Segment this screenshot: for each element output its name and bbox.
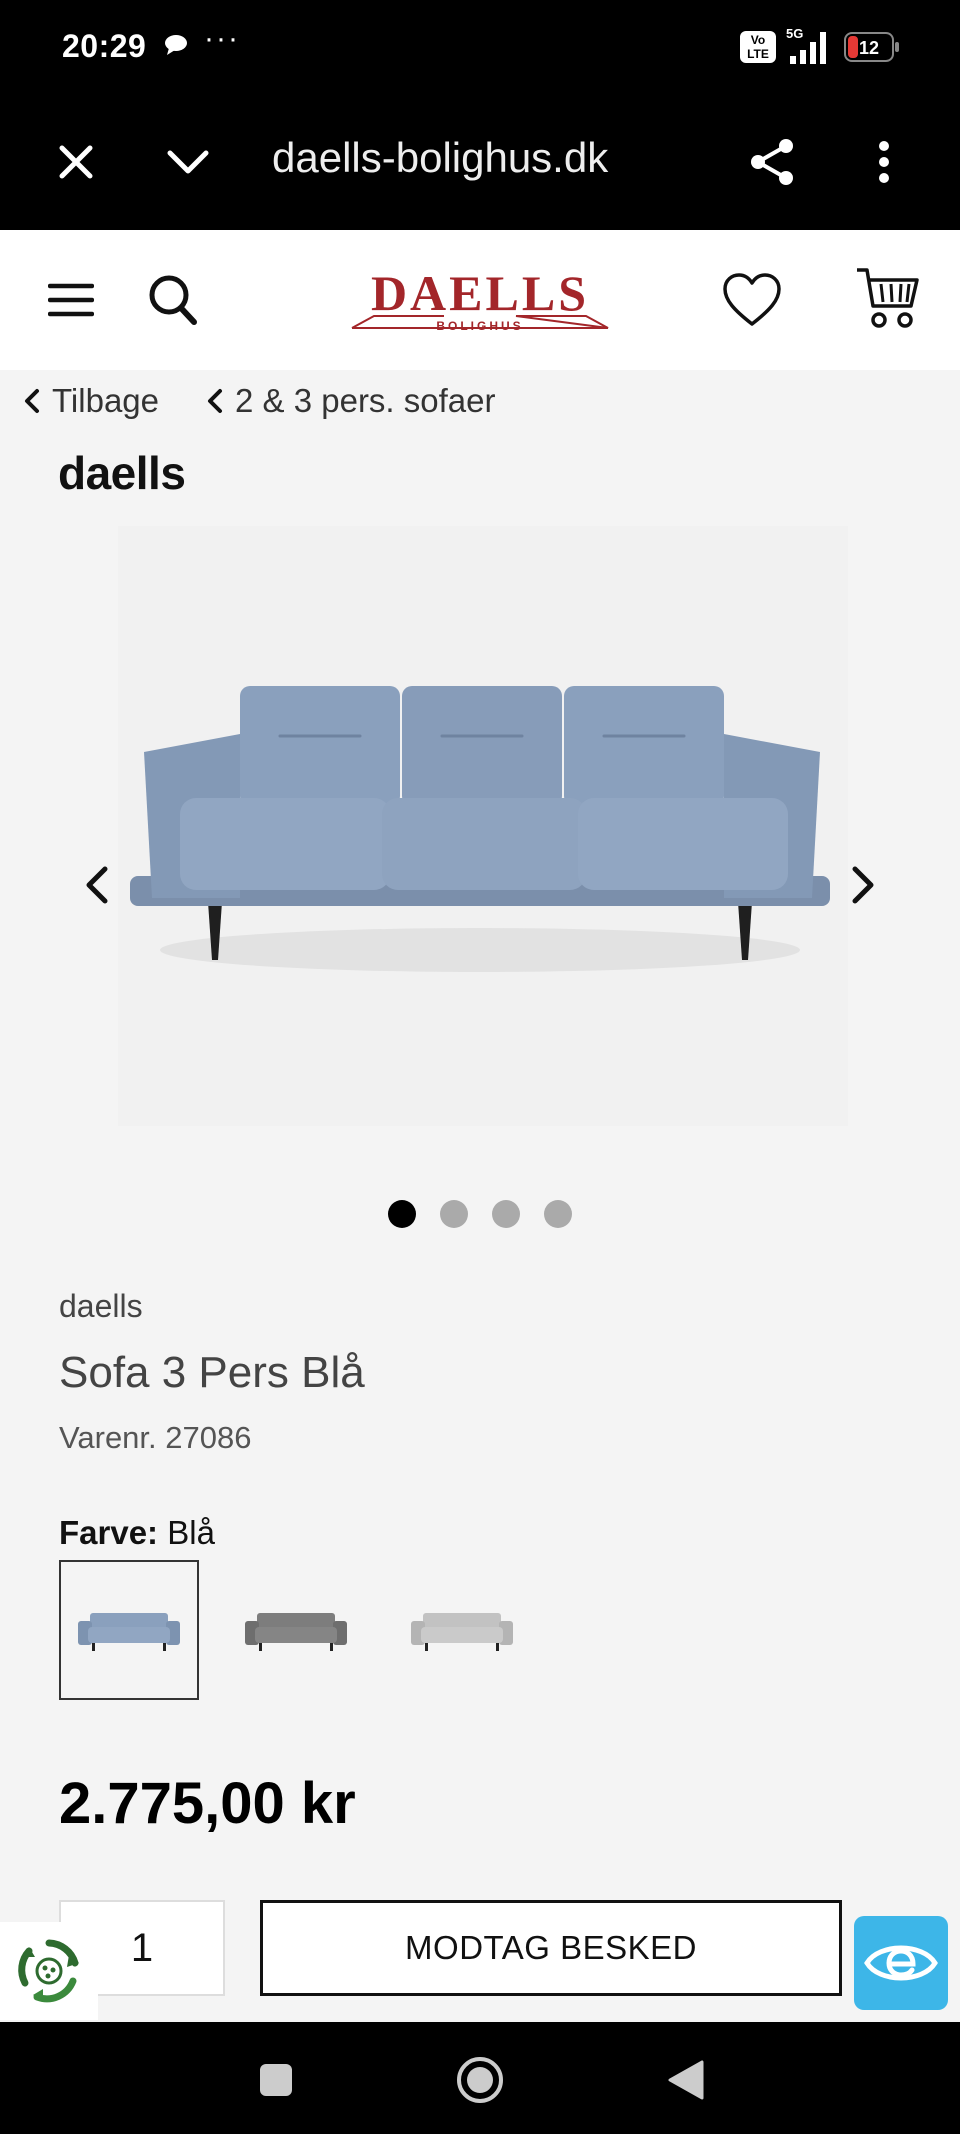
svg-text:BOLIGHUS: BOLIGHUS — [436, 319, 523, 333]
gallery-dot-4[interactable] — [544, 1200, 572, 1228]
sofa-thumbnail-light-grey — [411, 1613, 513, 1651]
chevron-left-icon — [25, 389, 39, 413]
e-maerke-eye-icon — [864, 1945, 938, 1981]
product-image-gallery[interactable] — [118, 526, 848, 1126]
gallery-prev-arrow[interactable] — [72, 860, 122, 910]
cart-icon[interactable] — [852, 262, 924, 334]
status-bar: 20:29 ··· Vo LTE 5G 12 — [0, 0, 960, 96]
breadcrumb-back-label: Tilbage — [52, 382, 160, 419]
square-icon — [260, 2064, 292, 2096]
product-brand[interactable]: daells — [59, 1288, 143, 1325]
chevron-down-icon[interactable] — [158, 132, 218, 192]
volte-icon: Vo LTE — [740, 31, 776, 63]
triangle-back-icon — [668, 2060, 704, 2100]
hamburger-menu-icon[interactable] — [44, 278, 98, 322]
battery-icon: 12 — [844, 32, 900, 62]
status-more-indicator: ··· — [204, 22, 240, 55]
gallery-next-arrow[interactable] — [838, 860, 888, 910]
gallery-dot-2[interactable] — [440, 1200, 468, 1228]
sofa-thumbnail-grey — [245, 1613, 347, 1651]
e-maerke-badge[interactable] — [854, 1916, 948, 2010]
recycle-icon — [18, 1939, 79, 2003]
message-icon — [164, 34, 188, 56]
breadcrumb-back[interactable]: Tilbage — [24, 382, 159, 420]
breadcrumb-category-label: 2 & 3 pers. sofaer — [235, 382, 496, 419]
share-icon[interactable] — [742, 132, 802, 192]
color-swatch-light-grey[interactable] — [392, 1560, 532, 1700]
color-swatch-blue[interactable] — [59, 1560, 199, 1700]
svg-text:5G: 5G — [786, 26, 803, 41]
chevron-left-icon — [208, 389, 223, 413]
recent-apps-button[interactable] — [248, 2052, 304, 2108]
recycle-badge[interactable] — [0, 1922, 98, 2020]
sofa-thumbnail-blue — [78, 1613, 180, 1651]
brand-logo[interactable]: daells — [58, 446, 186, 500]
system-navigation-bar — [0, 2022, 960, 2134]
product-image — [130, 686, 830, 972]
color-label-value: Blå — [167, 1514, 215, 1551]
signal-icon: 5G — [784, 26, 836, 66]
color-label: Farve: Blå — [59, 1514, 215, 1552]
gallery-dot-1[interactable] — [388, 1200, 416, 1228]
product-sku: Varenr. 27086 — [59, 1420, 252, 1455]
browser-toolbar: daells-bolighus.dk — [0, 96, 960, 230]
site-logo[interactable]: DAELLS BOLIGHUS — [348, 265, 612, 336]
search-icon[interactable] — [146, 270, 200, 330]
chevron-left-icon — [86, 866, 108, 904]
product-price: 2.775,00 kr — [59, 1771, 356, 1836]
breadcrumb: Tilbage 2 & 3 pers. sofaer — [24, 376, 544, 426]
gallery-dot-3[interactable] — [492, 1200, 520, 1228]
product-title: Sofa 3 Pers Blå — [59, 1348, 365, 1397]
chevron-right-icon — [852, 866, 874, 904]
url-field[interactable]: daells-bolighus.dk — [272, 134, 608, 182]
color-swatch-grey[interactable] — [226, 1560, 366, 1700]
svg-text:DAELLS: DAELLS — [371, 266, 589, 321]
circle-icon — [457, 2057, 503, 2103]
back-button[interactable] — [658, 2052, 714, 2108]
close-tab-icon[interactable] — [46, 132, 106, 192]
overflow-menu-icon[interactable] — [854, 132, 914, 192]
site-header: DAELLS BOLIGHUS — [0, 230, 960, 370]
svg-text:12: 12 — [859, 38, 879, 58]
color-label-key: Farve: — [59, 1514, 159, 1551]
wishlist-heart-icon[interactable] — [720, 268, 784, 332]
home-button[interactable] — [452, 2052, 508, 2108]
gallery-pagination — [0, 1200, 960, 1228]
status-time: 20:29 — [62, 28, 147, 64]
breadcrumb-category[interactable]: 2 & 3 pers. sofaer — [207, 382, 496, 420]
notify-me-button[interactable]: MODTAG BESKED — [260, 1900, 842, 1996]
